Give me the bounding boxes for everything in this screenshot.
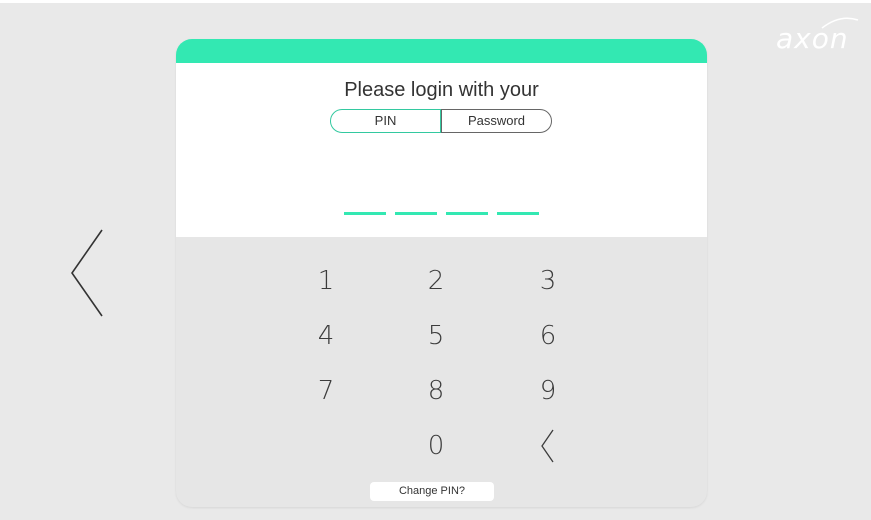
key-5[interactable]: 5 [406,316,466,356]
backspace-chevron-left-icon [541,429,554,463]
brand-logo: axon [776,14,866,55]
card-header-bar [176,39,707,63]
top-strip [0,0,871,3]
pin-slot-4 [497,212,539,215]
pin-slot-2 [395,212,437,215]
keypad: 1 2 3 4 5 6 7 8 9 0 [176,237,707,507]
key-7[interactable]: 7 [296,371,356,411]
back-chevron-left-icon[interactable] [66,226,108,320]
brand-name: axon [776,22,849,55]
key-8[interactable]: 8 [406,371,466,411]
key-9[interactable]: 9 [518,371,578,411]
pin-entry-slots [344,212,544,215]
pin-slot-3 [446,212,488,215]
login-prompt-area: Please login with your PIN Password [176,63,707,237]
login-method-toggle: PIN Password [330,109,552,133]
toggle-pin-button[interactable]: PIN [330,109,441,133]
key-6[interactable]: 6 [518,316,578,356]
pin-slot-1 [344,212,386,215]
toggle-password-button[interactable]: Password [441,109,552,133]
change-pin-button[interactable]: Change PIN? [370,482,494,501]
key-0[interactable]: 0 [406,426,466,466]
login-card: Please login with your PIN Password 1 2 … [176,39,707,507]
key-4[interactable]: 4 [296,316,356,356]
key-3[interactable]: 3 [518,261,578,301]
backspace-button[interactable] [518,426,578,466]
key-1[interactable]: 1 [296,261,356,301]
login-prompt-text: Please login with your [344,79,539,101]
key-2[interactable]: 2 [406,261,466,301]
